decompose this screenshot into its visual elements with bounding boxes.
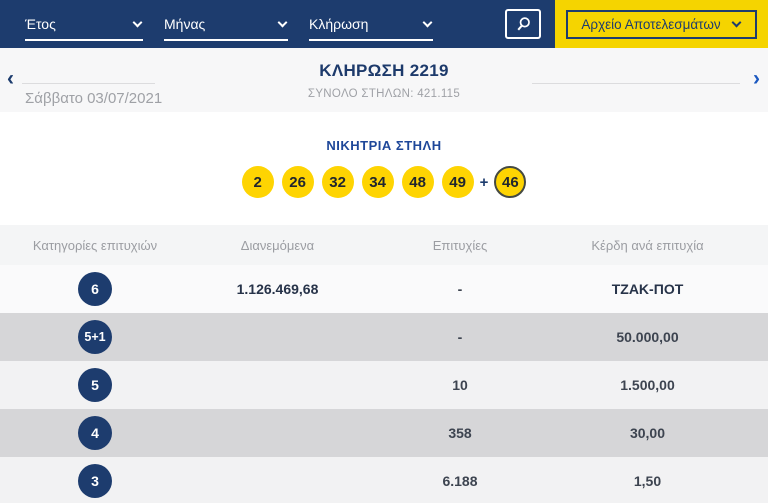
category-badge: 5+1	[78, 320, 112, 354]
bonus-number-ball: 46	[494, 166, 526, 198]
category-badge: 4	[78, 416, 112, 450]
number-ball: 26	[282, 166, 314, 198]
next-draw-button[interactable]: ›	[753, 68, 760, 89]
category-badge: 6	[78, 272, 112, 306]
distributed-value: 1.126.469,68	[190, 281, 365, 297]
year-dropdown-label: Έτος	[25, 16, 56, 32]
month-dropdown-label: Μήνας	[164, 16, 205, 32]
table-row: 5+1 - 50.000,00	[0, 313, 768, 361]
number-ball: 2	[242, 166, 274, 198]
winning-column-title: ΝΙΚΗΤΡΙΑ ΣΤΗΛΗ	[0, 112, 768, 153]
archive-area: Αρχείο Αποτελεσμάτων	[555, 0, 768, 48]
column-header-prize: Κέρδη ανά επιτυχία	[555, 238, 740, 253]
archive-results-button[interactable]: Αρχείο Αποτελεσμάτων	[566, 10, 756, 39]
column-header-distributed: Διανεμόμενα	[190, 238, 365, 253]
number-ball: 48	[402, 166, 434, 198]
plus-sign: +	[480, 174, 489, 191]
prize-value: 1,50	[555, 473, 740, 489]
number-ball: 32	[322, 166, 354, 198]
filter-bar: Έτος Μήνας Κλήρωση	[0, 0, 555, 48]
winners-value: -	[365, 329, 555, 345]
chevron-down-icon	[731, 18, 741, 28]
category-badge: 5	[78, 368, 112, 402]
chevron-down-icon	[133, 18, 143, 28]
draw-dropdown-label: Κλήρωση	[309, 16, 368, 32]
year-dropdown[interactable]: Έτος	[25, 16, 143, 41]
table-row: 6 1.126.469,68 - ΤΖΑΚ-ΠΟΤ	[0, 265, 768, 313]
search-icon	[515, 16, 532, 33]
archive-results-label: Αρχείο Αποτελεσμάτων	[581, 17, 720, 32]
results-table: Κατηγορίες επιτυχιών Διανεμόμενα Επιτυχί…	[0, 225, 768, 503]
table-header-row: Κατηγορίες επιτυχιών Διανεμόμενα Επιτυχί…	[0, 225, 768, 265]
category-badge: 3	[78, 464, 112, 498]
column-header-winners: Επιτυχίες	[365, 238, 555, 253]
draw-navigation: ‹ Σάββατο 03/07/2021 ΚΛΗΡΩΣΗ 2219 ΣΥΝΟΛΟ…	[0, 48, 768, 112]
winners-value: 358	[365, 425, 555, 441]
column-header-categories: Κατηγορίες επιτυχιών	[0, 238, 190, 253]
prize-value: 1.500,00	[555, 377, 740, 393]
chevron-down-icon	[423, 18, 433, 28]
divider	[532, 83, 740, 84]
search-button[interactable]	[505, 9, 541, 39]
number-ball: 49	[442, 166, 474, 198]
total-columns-label: ΣΥΝΟΛΟ ΣΤΗΛΩΝ: 421.115	[0, 88, 768, 100]
chevron-down-icon	[278, 18, 288, 28]
prize-value: 30,00	[555, 425, 740, 441]
number-ball: 34	[362, 166, 394, 198]
winners-value: -	[365, 281, 555, 297]
prize-value: ΤΖΑΚ-ΠΟΤ	[555, 281, 740, 297]
winning-numbers: 2 26 32 34 48 49 + 46	[0, 166, 768, 198]
draw-dropdown[interactable]: Κλήρωση	[309, 16, 433, 41]
winning-column-section: ΝΙΚΗΤΡΙΑ ΣΤΗΛΗ 2 26 32 34 48 49 + 46	[0, 112, 768, 225]
table-row: 3 6.188 1,50	[0, 457, 768, 503]
draw-title: ΚΛΗΡΩΣΗ 2219	[0, 61, 768, 81]
table-row: 4 358 30,00	[0, 409, 768, 457]
draw-header: ΚΛΗΡΩΣΗ 2219 ΣΥΝΟΛΟ ΣΤΗΛΩΝ: 421.115	[0, 61, 768, 100]
table-row: 5 10 1.500,00	[0, 361, 768, 409]
month-dropdown[interactable]: Μήνας	[164, 16, 288, 41]
winners-value: 10	[365, 377, 555, 393]
winners-value: 6.188	[365, 473, 555, 489]
top-bar: Έτος Μήνας Κλήρωση Αρχείο Αποτελεσμάτων	[0, 0, 768, 48]
prize-value: 50.000,00	[555, 329, 740, 345]
